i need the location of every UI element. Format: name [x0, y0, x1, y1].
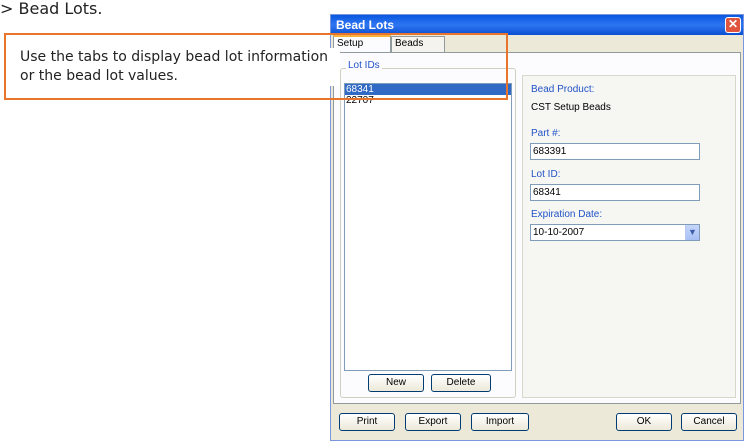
chevron-down-icon[interactable]: ▼ [685, 225, 699, 240]
tab-panel-setup-beads: Lot IDs 68341 22707 New Delete Bead Prod… [333, 52, 741, 404]
export-button[interactable]: Export [405, 413, 461, 431]
page-heading: > Bead Lots. [0, 0, 103, 18]
lot-ids-listbox[interactable]: 68341 22707 [344, 83, 512, 371]
close-button[interactable]: ✕ [725, 17, 741, 33]
bead-details-panel: Bead Product: CST Setup Beads Part #: 68… [522, 75, 736, 398]
expiration-date-label: Expiration Date: [531, 209, 603, 220]
new-button[interactable]: New [368, 374, 424, 392]
import-button[interactable]: Import [471, 413, 529, 431]
close-icon: ✕ [727, 17, 739, 31]
expiration-date-value: 10-10-2007 [533, 227, 585, 238]
part-number-label: Part #: [531, 128, 561, 139]
lot-id-label: Lot ID: [531, 169, 561, 180]
print-button[interactable]: Print [339, 413, 395, 431]
ok-button[interactable]: OK [616, 413, 672, 431]
expiration-date-select[interactable]: 10-10-2007 ▼ [530, 224, 700, 241]
part-number-field[interactable]: 683391 [530, 143, 700, 160]
dialog-title: Bead Lots [336, 18, 395, 32]
callout-text: Use the tabs to display bead lot informa… [20, 48, 340, 86]
cancel-button[interactable]: Cancel [681, 413, 737, 431]
delete-button[interactable]: Delete [431, 374, 491, 392]
dialog-titlebar[interactable]: Bead Lots ✕ [331, 15, 743, 35]
bead-product-value: CST Setup Beads [531, 102, 611, 113]
lot-id-field[interactable]: 68341 [530, 184, 700, 201]
bead-product-label: Bead Product: [531, 84, 595, 95]
